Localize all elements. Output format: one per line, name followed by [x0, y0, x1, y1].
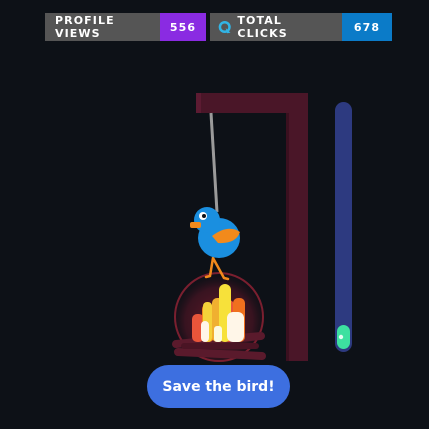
- slider-knob-dot: [338, 334, 344, 340]
- bird: [190, 207, 240, 281]
- rope: [209, 112, 219, 213]
- save-bird-button[interactable]: Save the bird!: [147, 365, 290, 408]
- rope-slider[interactable]: [335, 102, 352, 352]
- slider-track[interactable]: [335, 102, 352, 352]
